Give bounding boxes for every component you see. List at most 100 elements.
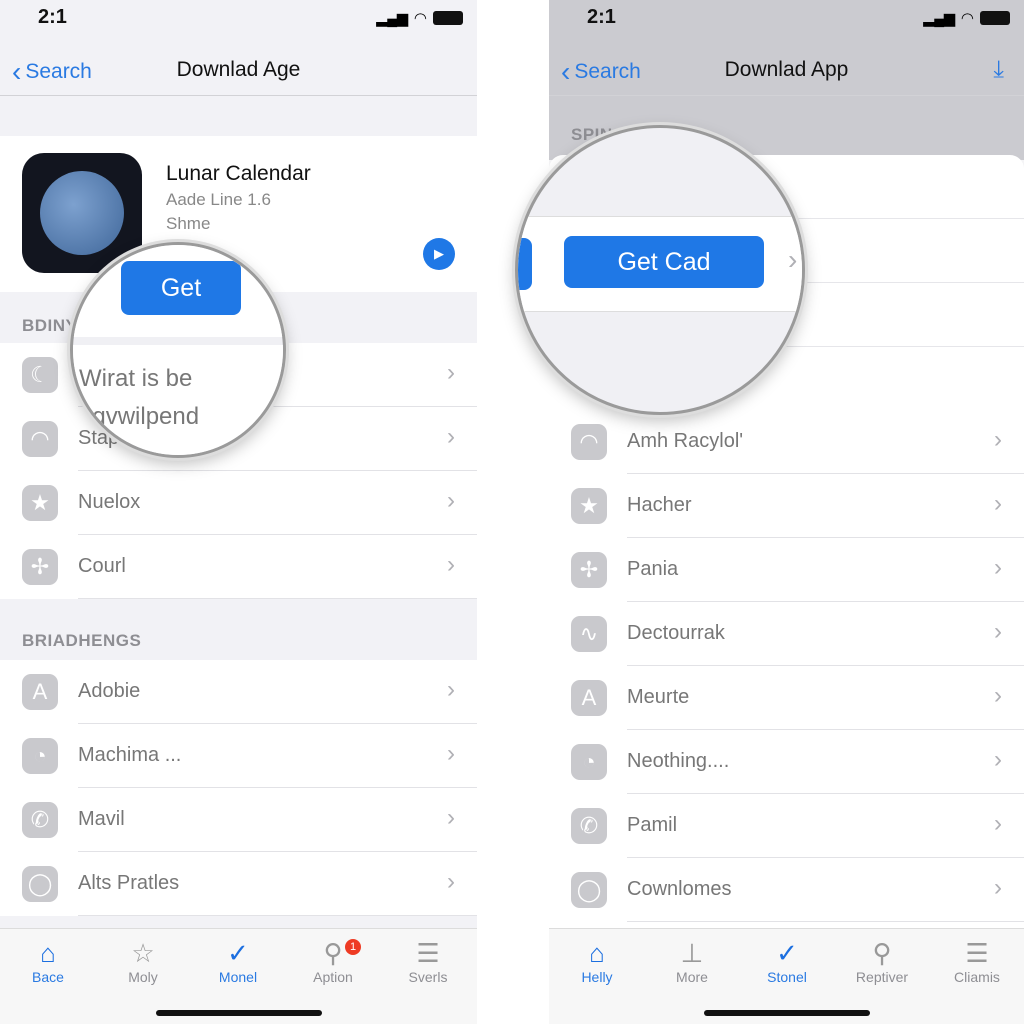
- signal-icon: ▂▄▆: [923, 9, 955, 26]
- list-item[interactable]: ◔ Neothing.... ›: [549, 730, 1024, 794]
- circle-icon: ◯: [571, 872, 607, 908]
- windmill-icon: ✢: [22, 549, 58, 585]
- nav-bar: ‹ Search Downlad App ⤓: [549, 44, 1024, 96]
- divider: [78, 915, 477, 916]
- list-item-label: Hacher: [627, 494, 692, 516]
- chevron-right-icon: ›: [994, 682, 1002, 709]
- check-icon: ✓: [776, 938, 798, 968]
- get-cad-button[interactable]: Get Cad: [564, 236, 764, 288]
- phone-icon: ✆: [571, 808, 607, 844]
- play-button[interactable]: ▶: [423, 238, 455, 270]
- list-item[interactable]: ◯ Cownlomes ›: [549, 858, 1024, 922]
- chevron-right-icon: ›: [994, 426, 1002, 453]
- chevron-right-icon: ›: [994, 490, 1002, 517]
- tab-aption[interactable]: ⚲ Aption 1: [293, 937, 373, 985]
- list-item[interactable]: ✆ Pamil ›: [549, 794, 1024, 858]
- list-item[interactable]: ◠ Amh Racylol' ›: [549, 410, 1024, 474]
- tab-reptiver[interactable]: ⚲ Reptiver: [842, 937, 922, 985]
- app-name: Lunar Calendar: [166, 162, 311, 185]
- page-title: Downlad App: [724, 58, 849, 81]
- app-category: Shme: [166, 214, 211, 233]
- home-indicator: [155, 1010, 322, 1016]
- menu-icon: ☰: [416, 938, 440, 968]
- chevron-right-icon: ›: [447, 423, 455, 450]
- star-icon: ★: [22, 485, 58, 521]
- wifi-icon: ◠: [413, 10, 427, 27]
- list-item[interactable]: ✆ Mavil ›: [0, 788, 477, 852]
- chevron-right-icon: ›: [447, 868, 455, 895]
- chevron-right-icon: ›: [447, 804, 455, 831]
- home-indicator: [703, 1010, 870, 1016]
- chevron-right-icon: ›: [994, 874, 1002, 901]
- list-item[interactable]: ✢ Pania ›: [549, 538, 1024, 602]
- divider: [78, 598, 477, 599]
- time: 2:1: [587, 6, 616, 28]
- phone-icon: ✆: [22, 802, 58, 838]
- chevron-right-icon: ›: [447, 359, 455, 386]
- tab-more[interactable]: ⊥ More: [652, 937, 732, 985]
- list-item-label: Alts Pratles: [78, 872, 180, 894]
- tab-label: Moly: [128, 969, 158, 985]
- tab-helly[interactable]: ⌂ Helly: [557, 937, 637, 985]
- section-header: BDINY: [22, 316, 78, 335]
- list-item[interactable]: ✢ Courl ›: [0, 535, 477, 599]
- magnified-text: Wirat is be: [79, 365, 193, 392]
- tab-label: More: [676, 969, 708, 985]
- list-item-label: Machima ...: [78, 744, 182, 766]
- tab-bar: ⌂ Bace ☆ Moly ✓ Monel ⚲ Aption 1 ☰ Sverls: [0, 928, 477, 1024]
- moon-icon: ☾: [22, 357, 58, 393]
- download-icon[interactable]: ⤓: [993, 56, 1004, 84]
- tab-bace[interactable]: ⌂ Bace: [8, 937, 88, 985]
- list-item-label: Amh Racylol': [627, 430, 744, 452]
- chevron-right-icon: ›: [447, 487, 455, 514]
- list-item[interactable]: ◔ Machima ... ›: [0, 724, 477, 788]
- adobe-icon: A: [571, 680, 607, 716]
- tool-icon: ⊥: [680, 938, 704, 968]
- chevron-right-icon: ›: [788, 244, 798, 275]
- adobe-icon: A: [22, 674, 58, 710]
- tab-stonel[interactable]: ✓ Stonel: [747, 937, 827, 985]
- list-item-label: Nuelox: [78, 491, 141, 513]
- list-item[interactable]: ★ Hacher ›: [549, 474, 1024, 538]
- nav-bar: ‹ Search Downlad Age: [0, 44, 477, 96]
- app-subtitle: Aade Line 1.6: [166, 190, 271, 209]
- tab-cliamis[interactable]: ☰ Cliamis: [937, 937, 1017, 985]
- list-item[interactable]: ★ Nuelox ›: [0, 471, 477, 535]
- chevron-right-icon: ›: [994, 810, 1002, 837]
- list-item[interactable]: ∿ Dectourrak ›: [549, 602, 1024, 666]
- section-header: BRIADHENGS: [22, 631, 142, 650]
- list-item[interactable]: A Adobie ›: [0, 660, 477, 724]
- tab-label: Aption: [313, 969, 353, 985]
- left-phone-screen: 2:1 ▂▄▆ ◠ ‹ Search Downlad Age Lunar Calen…: [0, 0, 477, 1024]
- list-item-label: Pania: [627, 558, 679, 580]
- list-item[interactable]: A Meurte ›: [549, 666, 1024, 730]
- chevron-right-icon: ›: [994, 554, 1002, 581]
- status-icons: ▂▄▆ ◠: [376, 9, 463, 27]
- pie-icon: ◔: [571, 744, 607, 780]
- search-icon: ⚲: [323, 938, 343, 968]
- tab-sverls[interactable]: ☰ Sverls: [388, 937, 468, 985]
- tab-monel[interactable]: ✓ Monel: [198, 937, 278, 985]
- tab-moly[interactable]: ☆ Moly: [103, 937, 183, 985]
- star-icon: ☆: [131, 938, 155, 968]
- menu-icon: ☰: [965, 938, 989, 968]
- magnifier: Get Wirat is be egvwilpend: [70, 242, 286, 458]
- home-icon: ⌂: [589, 938, 605, 968]
- check-icon: ✓: [227, 938, 249, 968]
- list-item-label: Meurte: [627, 686, 690, 708]
- chevron-right-icon: ›: [447, 676, 455, 703]
- signal-icon: ▂▄▆: [376, 9, 408, 26]
- get-button[interactable]: Get: [121, 261, 241, 315]
- dome-icon: ◠: [571, 424, 607, 460]
- list-item[interactable]: ◯ Alts Pratles ›: [0, 852, 477, 916]
- circle-icon: ◯: [22, 866, 58, 902]
- list-item-label: Neothing....: [627, 750, 730, 772]
- list-item-label: Pamil: [627, 814, 678, 836]
- chevron-right-icon: ›: [994, 618, 1002, 645]
- divider: [627, 921, 1024, 922]
- tab-label: Reptiver: [855, 969, 909, 985]
- tab-bar: ⌂ Helly ⊥ More ✓ Stonel ⚲ Reptiver ☰ Cliamis: [549, 928, 1024, 1024]
- chevron-right-icon: ›: [447, 551, 455, 578]
- list-item-label: Cownlomes: [627, 878, 732, 900]
- status-icons: ▂▄▆ ◠: [923, 9, 1010, 27]
